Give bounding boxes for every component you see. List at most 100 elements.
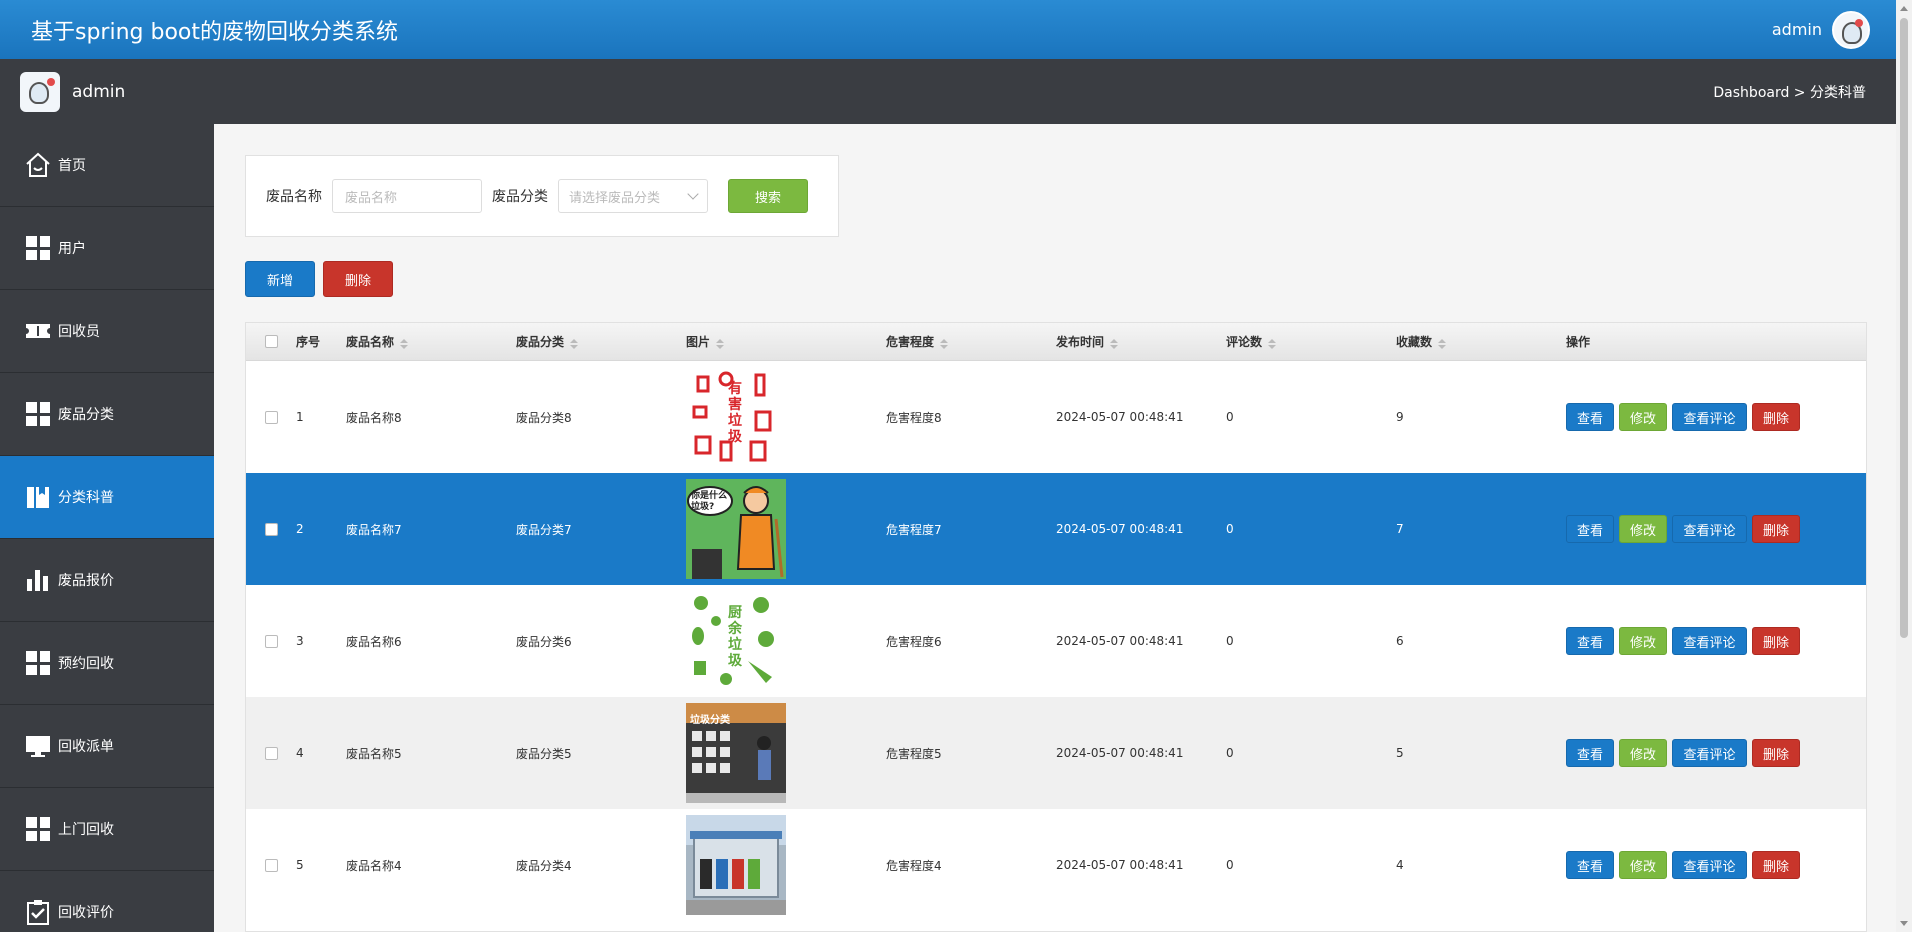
recycling-kiosk-image[interactable] (686, 815, 786, 915)
search-panel: 废品名称 废品名称 废品分类 请选择废品分类 搜索 (245, 155, 839, 237)
row-checkbox[interactable] (264, 746, 278, 760)
cell-favorites: 9 (1396, 410, 1404, 424)
top-header: 基于spring boot的废物回收分类系统 admin (0, 0, 1896, 59)
image-caption: 垃圾分类 (690, 715, 730, 726)
cell-level: 危害程度6 (886, 634, 942, 649)
cell-comments: 0 (1226, 746, 1234, 760)
edit-button[interactable]: 修改 (1619, 403, 1667, 431)
page-scrollbar[interactable] (1896, 0, 1912, 932)
column-header-level[interactable]: 危害程度 (886, 333, 1056, 350)
scroll-down-icon[interactable] (1900, 921, 1908, 926)
table-row[interactable]: 3 废品名称6 废品分类6 厨余垃圾 危害程度6 2024-05-07 00:4… (246, 585, 1866, 697)
delete-button[interactable]: 删除 (1752, 515, 1800, 543)
name-input[interactable]: 废品名称 (332, 179, 482, 213)
sidebar-item-label: 回收评价 (58, 905, 114, 921)
delete-selected-button[interactable]: 删除 (323, 261, 393, 297)
book-icon (24, 483, 52, 511)
column-header-time[interactable]: 发布时间 (1056, 333, 1226, 350)
user-avatar[interactable] (1832, 10, 1870, 49)
home-icon (24, 151, 52, 179)
kitchen-waste-image[interactable]: 厨余垃圾 (686, 591, 786, 691)
hazardous-waste-image[interactable]: 有害垃圾 (686, 367, 786, 467)
grid-icon (24, 234, 52, 262)
row-checkbox[interactable] (264, 858, 278, 872)
scroll-up-icon[interactable] (1900, 6, 1908, 11)
sidebar-item-appointments[interactable]: 预约回收 (0, 622, 214, 705)
toolbar: 新增 删除 (245, 261, 393, 297)
table-row[interactable]: 5 废品名称4 废品分类4 危害程度4 2024-05-07 00:48:41 … (246, 809, 1866, 921)
row-checkbox[interactable] (264, 634, 278, 648)
view-button[interactable]: 查看 (1566, 627, 1614, 655)
edit-button[interactable]: 修改 (1619, 627, 1667, 655)
sidebar-item-reviews[interactable]: 回收评价 (0, 871, 214, 932)
view-button[interactable]: 查看 (1566, 403, 1614, 431)
sidebar-item-label: 首页 (58, 158, 86, 174)
row-checkbox[interactable] (264, 410, 278, 424)
cartoon-worker-image[interactable]: 你是什么垃圾? (686, 479, 786, 579)
header-user[interactable]: admin (1772, 10, 1870, 49)
delete-button[interactable]: 删除 (1752, 403, 1800, 431)
category-select[interactable]: 请选择废品分类 (558, 179, 708, 213)
table-row[interactable]: 2 废品名称7 废品分类7 你是什么垃圾? 危害程度7 2024-05-07 0… (246, 473, 1866, 585)
view-button[interactable]: 查看 (1566, 515, 1614, 543)
chevron-down-icon (687, 188, 699, 200)
add-button[interactable]: 新增 (245, 261, 315, 297)
cell-time: 2024-05-07 00:48:41 (1056, 858, 1184, 872)
sidebar-item-categories[interactable]: 废品分类 (0, 373, 214, 456)
sidebar-item-label: 废品报价 (58, 573, 114, 589)
table-row[interactable]: 4 废品名称5 废品分类5 垃圾分类 危害程度5 2024-05-07 00:4… (246, 697, 1866, 809)
column-header-favorites[interactable]: 收藏数 (1396, 333, 1566, 350)
cell-favorites: 7 (1396, 522, 1404, 536)
edit-button[interactable]: 修改 (1619, 515, 1667, 543)
view-comments-button[interactable]: 查看评论 (1672, 627, 1747, 655)
image-caption: 你是什么垃圾? (691, 491, 728, 512)
column-header-label: 图片 (686, 335, 711, 349)
sidebar-item-users[interactable]: 用户 (0, 207, 214, 290)
cell-name: 废品名称7 (346, 522, 402, 537)
table-row[interactable]: 1 废品名称8 废品分类8 有害垃圾 危害程度8 2024-05-07 00:4… (246, 361, 1866, 473)
view-button[interactable]: 查看 (1566, 739, 1614, 767)
view-comments-button[interactable]: 查看评论 (1672, 739, 1747, 767)
cell-level: 危害程度4 (886, 858, 942, 873)
sidebar-item-label: 分类科普 (58, 490, 114, 506)
sidebar-item-science[interactable]: 分类科普 (0, 456, 214, 539)
search-button[interactable]: 搜索 (728, 179, 808, 213)
row-checkbox[interactable] (264, 522, 278, 536)
select-all-checkbox[interactable] (264, 335, 278, 348)
grid-icon (24, 400, 52, 428)
category-label: 废品分类 (492, 189, 548, 205)
header-username[interactable]: admin (1772, 20, 1822, 39)
delete-button[interactable]: 删除 (1752, 739, 1800, 767)
view-comments-button[interactable]: 查看评论 (1672, 403, 1747, 431)
scrollbar-thumb[interactable] (1900, 18, 1908, 638)
view-comments-button[interactable]: 查看评论 (1672, 851, 1747, 879)
grid-icon (24, 815, 52, 843)
view-button[interactable]: 查看 (1566, 851, 1614, 879)
table-header: 序号 废品名称 废品分类 图片 危害程度 发布时间 评论数 收藏数 操作 (246, 323, 1866, 361)
sorting-station-image[interactable]: 垃圾分类 (686, 703, 786, 803)
delete-button[interactable]: 删除 (1752, 627, 1800, 655)
view-comments-button[interactable]: 查看评论 (1672, 515, 1747, 543)
column-header-image[interactable]: 图片 (686, 333, 886, 350)
sidebar-item-label: 上门回收 (58, 822, 114, 838)
sidebar-item-home[interactable]: 首页 (0, 124, 214, 207)
column-header-name[interactable]: 废品名称 (346, 333, 516, 350)
row-actions: 查看 修改 查看评论 删除 (1566, 515, 1866, 543)
sidebar-item-onsite[interactable]: 上门回收 (0, 788, 214, 871)
delete-button[interactable]: 删除 (1752, 851, 1800, 879)
breadcrumb[interactable]: Dashboard > 分类科普 (1713, 82, 1866, 102)
edit-button[interactable]: 修改 (1619, 739, 1667, 767)
sidebar-item-quotes[interactable]: 废品报价 (0, 539, 214, 622)
row-actions: 查看 修改 查看评论 删除 (1566, 851, 1866, 879)
column-header-comments[interactable]: 评论数 (1226, 333, 1396, 350)
ticket-icon (24, 317, 52, 345)
sidebar-item-recyclers[interactable]: 回收员 (0, 290, 214, 373)
cell-category: 废品分类4 (516, 858, 572, 873)
image-caption: 厨余垃圾 (728, 605, 742, 669)
row-actions: 查看 修改 查看评论 删除 (1566, 627, 1866, 655)
cell-favorites: 5 (1396, 746, 1404, 760)
sidebar-item-dispatch[interactable]: 回收派单 (0, 705, 214, 788)
column-header-category[interactable]: 废品分类 (516, 333, 686, 350)
edit-button[interactable]: 修改 (1619, 851, 1667, 879)
cell-time: 2024-05-07 00:48:41 (1056, 522, 1184, 536)
